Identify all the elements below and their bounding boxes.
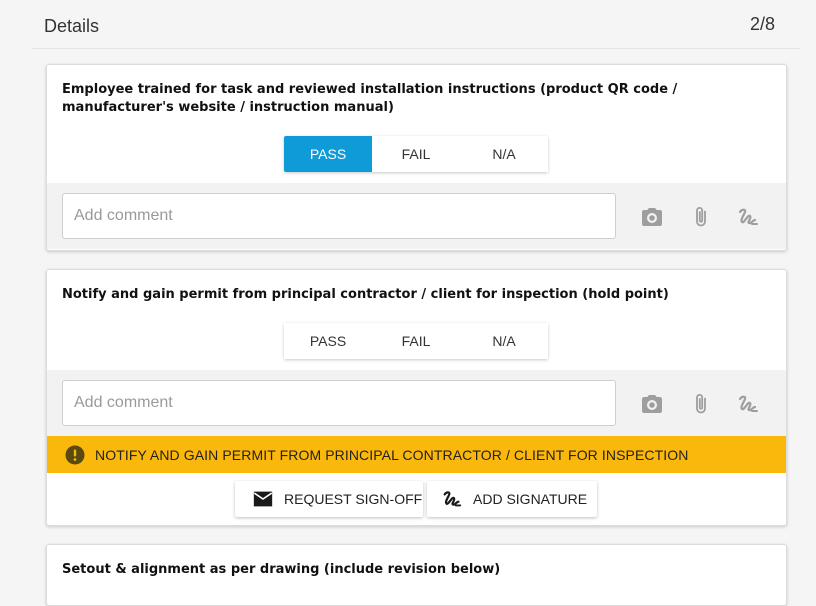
signature-icon xyxy=(441,488,463,510)
envelope-icon xyxy=(252,488,274,510)
question-card-1: Employee trained for task and reviewed i… xyxy=(46,64,787,251)
answer-selector: PASS FAIL N/A xyxy=(284,136,548,172)
hold-point-warning: NOTIFY AND GAIN PERMIT FROM PRINCIPAL CO… xyxy=(47,436,786,473)
answer-selector: PASS FAIL N/A xyxy=(284,323,548,359)
question-card-3: Setout & alignment as per drawing (inclu… xyxy=(46,544,787,606)
fail-option[interactable]: FAIL xyxy=(372,323,460,359)
add-signature-label: ADD SIGNATURE xyxy=(473,491,588,507)
comment-area xyxy=(47,183,786,249)
camera-icon[interactable] xyxy=(640,205,664,229)
na-option[interactable]: N/A xyxy=(460,136,548,172)
pass-option[interactable]: PASS xyxy=(284,136,372,172)
question-card-2: Notify and gain permit from principal co… xyxy=(46,269,787,526)
question-text: Notify and gain permit from principal co… xyxy=(62,287,669,302)
details-header: Details 2/8 xyxy=(32,0,800,49)
progress-count: 2/8 xyxy=(749,14,775,34)
comment-area xyxy=(47,370,786,436)
fail-option[interactable]: FAIL xyxy=(372,136,460,172)
page-title: Details xyxy=(44,16,100,36)
warning-text: NOTIFY AND GAIN PERMIT FROM PRINCIPAL CO… xyxy=(95,446,689,463)
question-text: Setout & alignment as per drawing (inclu… xyxy=(62,562,501,577)
paperclip-icon[interactable] xyxy=(689,205,713,229)
signature-icon[interactable] xyxy=(736,392,760,416)
signature-icon[interactable] xyxy=(736,205,760,229)
request-signoff-button[interactable]: REQUEST SIGN-OFF xyxy=(235,481,423,517)
na-option[interactable]: N/A xyxy=(460,323,548,359)
question-text: Employee trained for task and reviewed i… xyxy=(62,82,678,115)
warning-icon xyxy=(65,445,85,464)
request-signoff-label: REQUEST SIGN-OFF xyxy=(284,491,423,507)
add-signature-button[interactable]: ADD SIGNATURE xyxy=(427,481,597,517)
camera-icon[interactable] xyxy=(640,392,664,416)
comment-input[interactable] xyxy=(62,380,616,426)
pass-option[interactable]: PASS xyxy=(284,323,372,359)
paperclip-icon[interactable] xyxy=(689,392,713,416)
comment-input[interactable] xyxy=(62,193,616,239)
